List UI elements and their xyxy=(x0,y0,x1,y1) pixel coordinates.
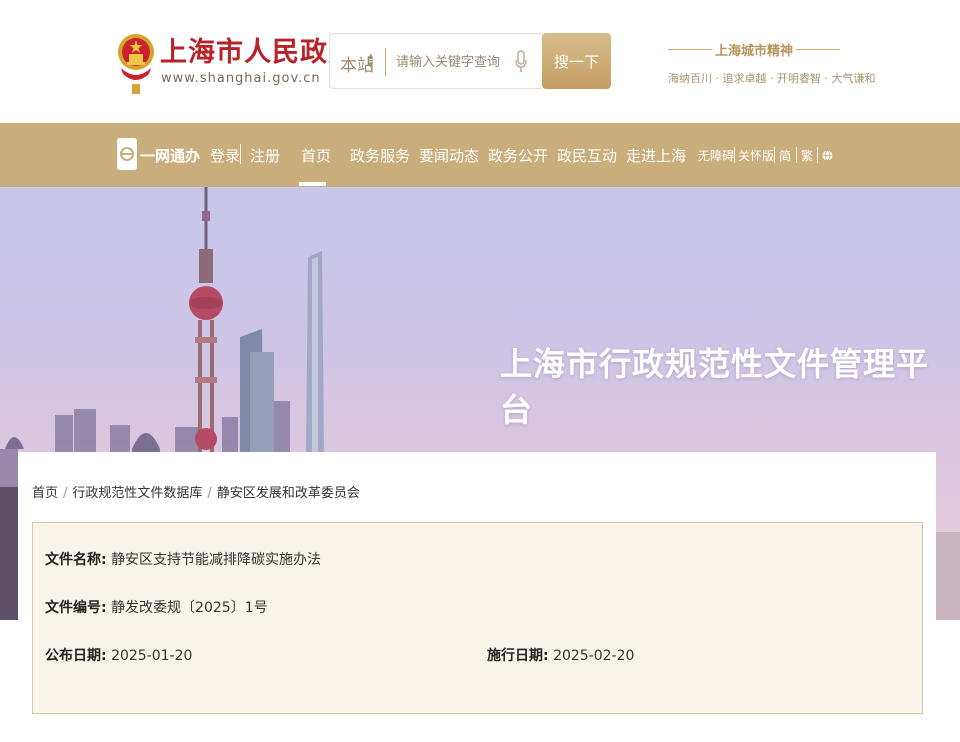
effective-date-value: 2025-02-20 xyxy=(553,648,635,664)
nav-active-indicator xyxy=(299,182,326,186)
nav-separator xyxy=(240,144,241,164)
util-separator xyxy=(817,147,818,163)
login-link[interactable]: 登录 xyxy=(210,145,240,166)
util-separator xyxy=(734,147,735,163)
breadcrumb: 首页 / 行政规范性文件数据库 / 静安区发展和改革委员会 xyxy=(32,482,360,501)
breadcrumb-department[interactable]: 静安区发展和改革委员会 xyxy=(217,486,360,501)
search-input[interactable] xyxy=(396,50,506,74)
national-emblem-icon[interactable] xyxy=(117,26,155,96)
publish-date-value: 2025-01-20 xyxy=(111,648,193,664)
city-spirit-text: 海纳百川 · 追求卓越 · 开明睿智 · 大气谦和 xyxy=(668,72,876,85)
accessibility-link[interactable]: 无障碍 xyxy=(698,147,734,164)
util-separator xyxy=(796,147,797,163)
spirit-line-right xyxy=(796,49,840,50)
breadcrumb-database[interactable]: 行政规范性文件数据库 xyxy=(72,486,202,501)
util-separator xyxy=(774,147,775,163)
nav-item-services[interactable]: 政务服务 xyxy=(350,145,410,166)
search-divider xyxy=(385,48,386,76)
nav-item-disclosure[interactable]: 政务公开 xyxy=(488,145,548,166)
search-box: 本站 ▴ ▾ xyxy=(329,33,542,89)
site-name[interactable]: 上海市人民政府 xyxy=(160,30,356,69)
nav-item-home[interactable]: 首页 xyxy=(301,145,331,166)
content-card: 首页 / 行政规范性文件数据库 / 静安区发展和改革委员会 文件名称: 静安区支持节能减… xyxy=(18,452,936,742)
scope-arrows-icon[interactable]: ▴ ▾ xyxy=(368,50,374,70)
publish-date-field: 公布日期: 2025-01-20 xyxy=(45,645,192,665)
doc-number-field: 文件编号: 静发改委规〔2025〕1号 xyxy=(45,597,268,617)
ywtb-label[interactable]: 一网通办 xyxy=(140,145,200,166)
banner-title: 上海市行政规范性文件管理平台 xyxy=(500,345,930,429)
document-info-box: 文件名称: 静安区支持节能减排降碳实施办法 文件编号: 静发改委规〔2025〕1… xyxy=(32,522,923,714)
care-mode-link[interactable]: 关怀版 xyxy=(738,147,774,164)
breadcrumb-home[interactable]: 首页 xyxy=(32,486,58,501)
doc-name-label: 文件名称: xyxy=(45,552,107,568)
register-link[interactable]: 注册 xyxy=(250,145,280,166)
doc-number-value: 静发改委规〔2025〕1号 xyxy=(111,600,268,616)
breadcrumb-separator: / xyxy=(63,486,68,501)
search-button[interactable]: 搜一下 xyxy=(542,33,611,89)
effective-date-field: 施行日期: 2025-02-20 xyxy=(487,645,634,665)
nav-item-interaction[interactable]: 政民互动 xyxy=(557,145,617,166)
microphone-icon[interactable] xyxy=(514,50,528,74)
nav-item-about-shanghai[interactable]: 走进上海 xyxy=(626,145,686,166)
nav-item-news[interactable]: 要闻动态 xyxy=(419,145,479,166)
site-header: 上海市人民政府 www.shanghai.gov.cn 本站 ▴▾ 搜一下 上海… xyxy=(0,0,960,123)
traditional-chinese-link[interactable]: 繁 xyxy=(801,147,813,164)
doc-number-label: 文件编号: xyxy=(45,600,107,616)
main-nav: 一网通办 登录 注册 首页 政务服务 要闻动态 政务公开 政民互动 走进上海 无… xyxy=(0,123,960,187)
doc-name-field: 文件名称: 静安区支持节能减排降碳实施办法 xyxy=(45,549,321,569)
breadcrumb-separator: / xyxy=(207,486,212,501)
effective-date-label: 施行日期: xyxy=(487,648,549,664)
site-url[interactable]: www.shanghai.gov.cn xyxy=(161,71,321,86)
globe-icon[interactable] xyxy=(822,150,833,161)
publish-date-label: 公布日期: xyxy=(45,648,107,664)
simplified-chinese-link[interactable]: 简 xyxy=(779,147,791,164)
ywtb-logo-icon[interactable] xyxy=(116,137,138,171)
doc-name-value: 静安区支持节能减排降碳实施办法 xyxy=(111,552,322,568)
